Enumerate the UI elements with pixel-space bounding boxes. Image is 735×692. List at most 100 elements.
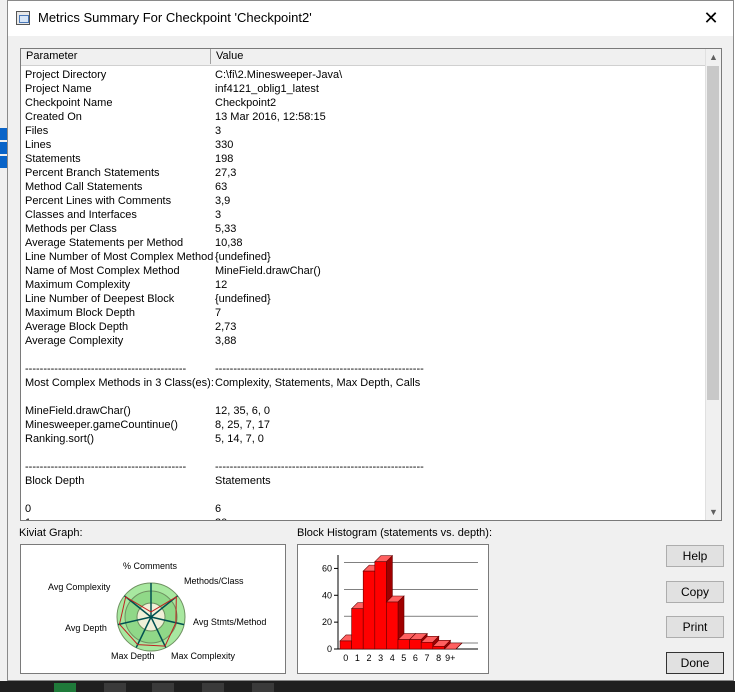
kiviat-graph: % Comments Methods/Class Avg Stmts/Metho… [48,561,266,661]
value-cell: 3 [215,209,222,221]
value-cell: C:\fi\2.Minesweeper-Java\ [215,69,343,81]
x-tick-label: 5 [401,653,406,663]
table-row[interactable]: Maximum Block Depth 7 [21,306,707,320]
parameter-cell: Method Call Statements [25,181,143,193]
table-row[interactable]: Name of Most Complex Method MineField.dra… [21,264,707,278]
value-cell: {undefined} [215,293,271,305]
scroll-up-icon[interactable]: ▲ [706,49,721,65]
histogram-bar [374,561,387,650]
table-row[interactable]: ----------------------------------------… [21,362,707,376]
x-tick-label: 7 [424,653,429,663]
table-row[interactable]: Created On 13 Mar 2016, 12:58:15 [21,110,707,124]
window-title: Metrics Summary For Checkpoint 'Checkpoi… [38,10,312,25]
parameter-cell: Line Number of Deepest Block [25,293,175,305]
scrollbar-thumb[interactable] [707,66,719,400]
parameter-cell: Project Directory [25,69,107,81]
table-row[interactable] [21,488,707,502]
parameter-cell: Average Block Depth [25,321,129,333]
table-row[interactable]: Lines 330 [21,138,707,152]
value-cell: 5, 14, 7, 0 [215,433,264,445]
help-button[interactable]: Help [666,545,724,567]
parameter-cell: Maximum Block Depth [25,307,136,319]
table-row[interactable] [21,390,707,404]
table-row[interactable]: Block Depth Statements [21,474,707,488]
value-cell: 3 [215,125,222,137]
kiviat-axis-max-complexity: Max Complexity [171,651,236,661]
metrics-list[interactable]: Parameter Value Project Directory C:\fi\2… [20,48,722,521]
table-row[interactable]: Project Directory C:\fi\2.Minesweeper-Jav… [21,68,707,82]
done-button[interactable]: Done [666,652,724,674]
parameter-cell: 1 [25,516,31,520]
parameter-cell: Average Statements per Method [25,237,184,249]
table-row[interactable] [21,348,707,362]
column-header-parameter[interactable]: Parameter [21,49,211,64]
value-cell: Complexity, Statements, Max Depth, Calls [215,377,421,389]
value-cell: 12, 35, 6, 0 [215,405,271,417]
parameter-cell: ----------------------------------------… [25,363,187,375]
parameter-cell: Minesweeper.gameCountinue() [25,419,178,431]
parameter-cell: Lines [25,139,52,151]
value-cell: Checkpoint2 [215,97,277,109]
table-row[interactable]: 1 30 [21,516,707,520]
print-button[interactable]: Print [666,616,724,638]
parameter-cell: Ranking.sort() [25,433,95,445]
table-row[interactable]: 06 [21,502,707,516]
parameter-cell: MineField.drawChar() [25,405,131,417]
taskbar-app-icon[interactable] [104,683,126,692]
kiviat-axis-comments: % Comments [123,561,178,571]
table-row[interactable]: Average Statements per Method 10,38 [21,236,707,250]
table-row[interactable]: Ranking.sort() 5, 14, 7, 0 [21,432,707,446]
copy-button[interactable]: Copy [666,581,724,603]
table-row[interactable]: Percent Branch Statements 27,3 [21,166,707,180]
value-cell: 5,33 [215,223,237,235]
table-row[interactable]: Statements 198 [21,152,707,166]
value-cell: 12 [215,279,228,291]
x-tick-label: 9+ [445,653,455,663]
column-header-value[interactable]: Value [211,49,707,64]
block-histogram: 02040600 1 2 3 4 5 6 7 8 9+ [322,554,478,663]
table-row[interactable] [21,446,707,460]
table-row[interactable]: Average Complexity 3,88 [21,334,707,348]
histogram-bar [339,640,352,650]
histogram-panel: 0 20 40 60 0 1 2 3 4 5 6 7 8 9+ [297,544,489,674]
x-tick-label: 4 [390,653,395,663]
table-row[interactable]: Methods per Class 5,33 [21,222,707,236]
parameter-cell: Maximum Complexity [25,279,131,291]
table-row[interactable]: Line Number of Deepest Block {undefined} [21,292,707,306]
value-cell: 10,38 [215,237,243,249]
table-row[interactable]: Project Name inf4121_oblig1_latest [21,82,707,96]
parameter-cell: Checkpoint Name [25,97,113,109]
table-row[interactable]: Files 3 [21,124,707,138]
taskbar-app-icon[interactable] [152,683,174,692]
table-row[interactable]: ----------------------------------------… [21,460,707,474]
table-row[interactable]: Minesweeper.gameCountinue() 8, 25, 7, 17 [21,418,707,432]
kiviat-axis-methods-class: Methods/Class [184,576,244,586]
kiviat-axis-avg-complexity: Avg Complexity [48,582,111,592]
scroll-down-icon[interactable]: ▼ [706,504,721,520]
value-cell: ----------------------------------------… [215,461,424,473]
histogram-bar [397,639,410,650]
table-row[interactable]: Average Block Depth 2,73 [21,320,707,334]
x-tick-label: 8 [436,653,441,663]
close-button[interactable]: ✕ [689,1,733,36]
parameter-cell: Files [25,125,49,137]
table-row[interactable]: Most Complex Methods in 3 Class(es): Comp… [21,376,707,390]
table-row[interactable]: Classes and Interfaces 3 [21,208,707,222]
table-row[interactable]: Method Call Statements 63 [21,180,707,194]
title-bar: Metrics Summary For Checkpoint 'Checkpoi… [8,1,733,36]
table-row[interactable]: Maximum Complexity 12 [21,278,707,292]
taskbar-app-icon[interactable] [54,683,76,692]
table-row[interactable]: Line Number of Most Complex Method {undef… [21,250,707,264]
value-cell: inf4121_oblig1_latest [215,83,319,95]
vertical-scrollbar[interactable]: ▲ ▼ [705,49,721,520]
table-row[interactable]: MineField.drawChar() 12, 35, 6, 0 [21,404,707,418]
y-tick-label: 40 [322,590,332,600]
taskbar-app-icon[interactable] [202,683,224,692]
x-tick-label: 3 [378,653,383,663]
histogram-bar [362,570,376,650]
parameter-cell: ----------------------------------------… [25,461,187,473]
table-row[interactable]: Checkpoint Name Checkpoint2 [21,96,707,110]
kiviat-axis-max-depth: Max Depth [111,651,155,661]
table-row[interactable]: Percent Lines with Comments 3,9 [21,194,707,208]
taskbar-app-icon[interactable] [252,683,274,692]
